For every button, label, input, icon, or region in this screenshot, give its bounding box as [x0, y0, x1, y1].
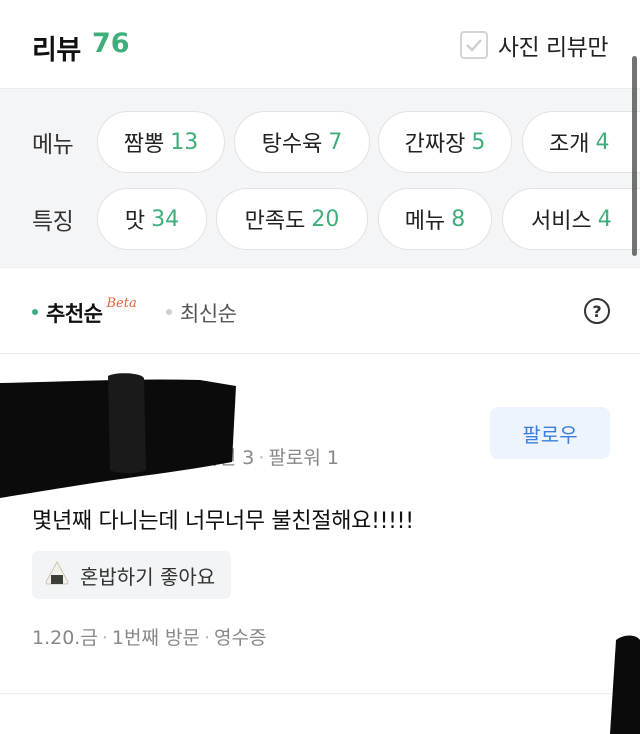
feature-chip[interactable]: 메뉴 8	[378, 188, 492, 250]
chip-count: 4	[595, 129, 610, 155]
receipt-label: 영수증	[213, 627, 267, 649]
rice-ball-icon	[44, 560, 70, 590]
chip-label: 간짜장	[404, 132, 466, 157]
review-keyword-tag: 혼밥하기 좋아요	[32, 551, 232, 599]
divider	[0, 693, 640, 694]
feature-filter-row: 특징 맛 34 만족도 20 메뉴 8 서비스 4	[0, 188, 640, 250]
follow-button[interactable]: 팔로우	[490, 407, 610, 459]
photo-review-only-toggle[interactable]: 사진 리뷰만	[459, 28, 609, 62]
checkbox-icon[interactable]	[459, 31, 488, 59]
review-count-stat: 리뷰 178	[110, 447, 188, 469]
feature-chip[interactable]: 맛 34	[97, 188, 207, 250]
chip-label: 짬뽕	[123, 132, 165, 157]
feature-chip[interactable]: 만족도 20	[216, 188, 368, 250]
menu-chip[interactable]: 탕수육 7	[234, 111, 370, 173]
photo-count-stat: 사진 3	[201, 447, 255, 469]
chip-count: 13	[170, 129, 199, 155]
reviewer-stats: 리뷰 178 · 사진 3 · 팔로워 1	[110, 447, 340, 469]
tag-label: 혼밥하기 좋아요	[80, 564, 216, 589]
menu-filter-label: 메뉴	[32, 132, 74, 158]
reviewer-nickname[interactable]: 나잘난75	[110, 401, 210, 436]
chip-count: 8	[451, 206, 466, 232]
sort-recommended-label: 추천순	[46, 302, 103, 326]
menu-chip[interactable]: 짬뽕 13	[97, 111, 225, 173]
menu-filter-row: 메뉴 짬뽕 13 탕수육 7 간짜장 5 조개 4	[0, 111, 640, 173]
sort-latest-label: 최신순	[180, 302, 237, 326]
filter-panel: 메뉴 짬뽕 13 탕수육 7 간짜장 5 조개 4 특징 맛 34 만족도 20 메뉴 8 서…	[0, 88, 640, 268]
chip-count: 34	[151, 206, 180, 232]
chip-count: 7	[328, 129, 343, 155]
photo-review-only-label: 사진 리뷰만	[497, 35, 609, 61]
sort-latest[interactable]: 최신순	[166, 298, 237, 328]
visit-count: 1번째 방문	[111, 627, 200, 649]
review-text[interactable]: 몇년째 다니는데 너무너무 불친절해요!!!!!	[32, 503, 414, 535]
chip-label: 만족도	[244, 209, 306, 234]
chip-count: 5	[471, 129, 486, 155]
visit-date: 1.20.금	[32, 627, 98, 649]
avatar[interactable]	[30, 395, 96, 461]
review-count: 76	[92, 28, 130, 59]
chip-label: 탕수육	[261, 132, 323, 157]
chip-count: 4	[597, 206, 612, 232]
feature-filter-label: 특징	[32, 209, 74, 235]
beta-badge: Beta	[106, 296, 137, 311]
chip-label: 서비스	[531, 209, 592, 234]
feature-chip[interactable]: 서비스 4	[502, 188, 640, 250]
review-meta: 1.20.금 · 1번째 방문 · 영수증	[32, 627, 267, 649]
chip-label: 조개	[549, 132, 590, 157]
chip-label: 메뉴	[404, 209, 446, 234]
scrollbar[interactable]	[632, 56, 637, 256]
menu-chip[interactable]: 간짜장 5	[378, 111, 512, 173]
unselected-dot-icon	[166, 309, 172, 315]
selected-dot-icon	[32, 309, 38, 315]
sort-bar: 추천순 Beta 최신순 ?	[0, 268, 640, 354]
follower-count-stat: 팔로워 1	[268, 447, 340, 469]
menu-chip[interactable]: 조개 4	[522, 111, 640, 173]
chip-count: 20	[311, 206, 340, 232]
review-card: 나잘난75 리뷰 178 · 사진 3 · 팔로워 1 팔로우 몇년째 다니는데 너무너…	[0, 355, 640, 695]
help-icon[interactable]: ?	[584, 298, 610, 324]
chip-label: 맛	[124, 209, 146, 234]
review-header: 리뷰 76 사진 리뷰만	[0, 0, 640, 88]
review-title: 리뷰	[32, 35, 81, 66]
sort-recommended[interactable]: 추천순 Beta	[32, 296, 137, 328]
